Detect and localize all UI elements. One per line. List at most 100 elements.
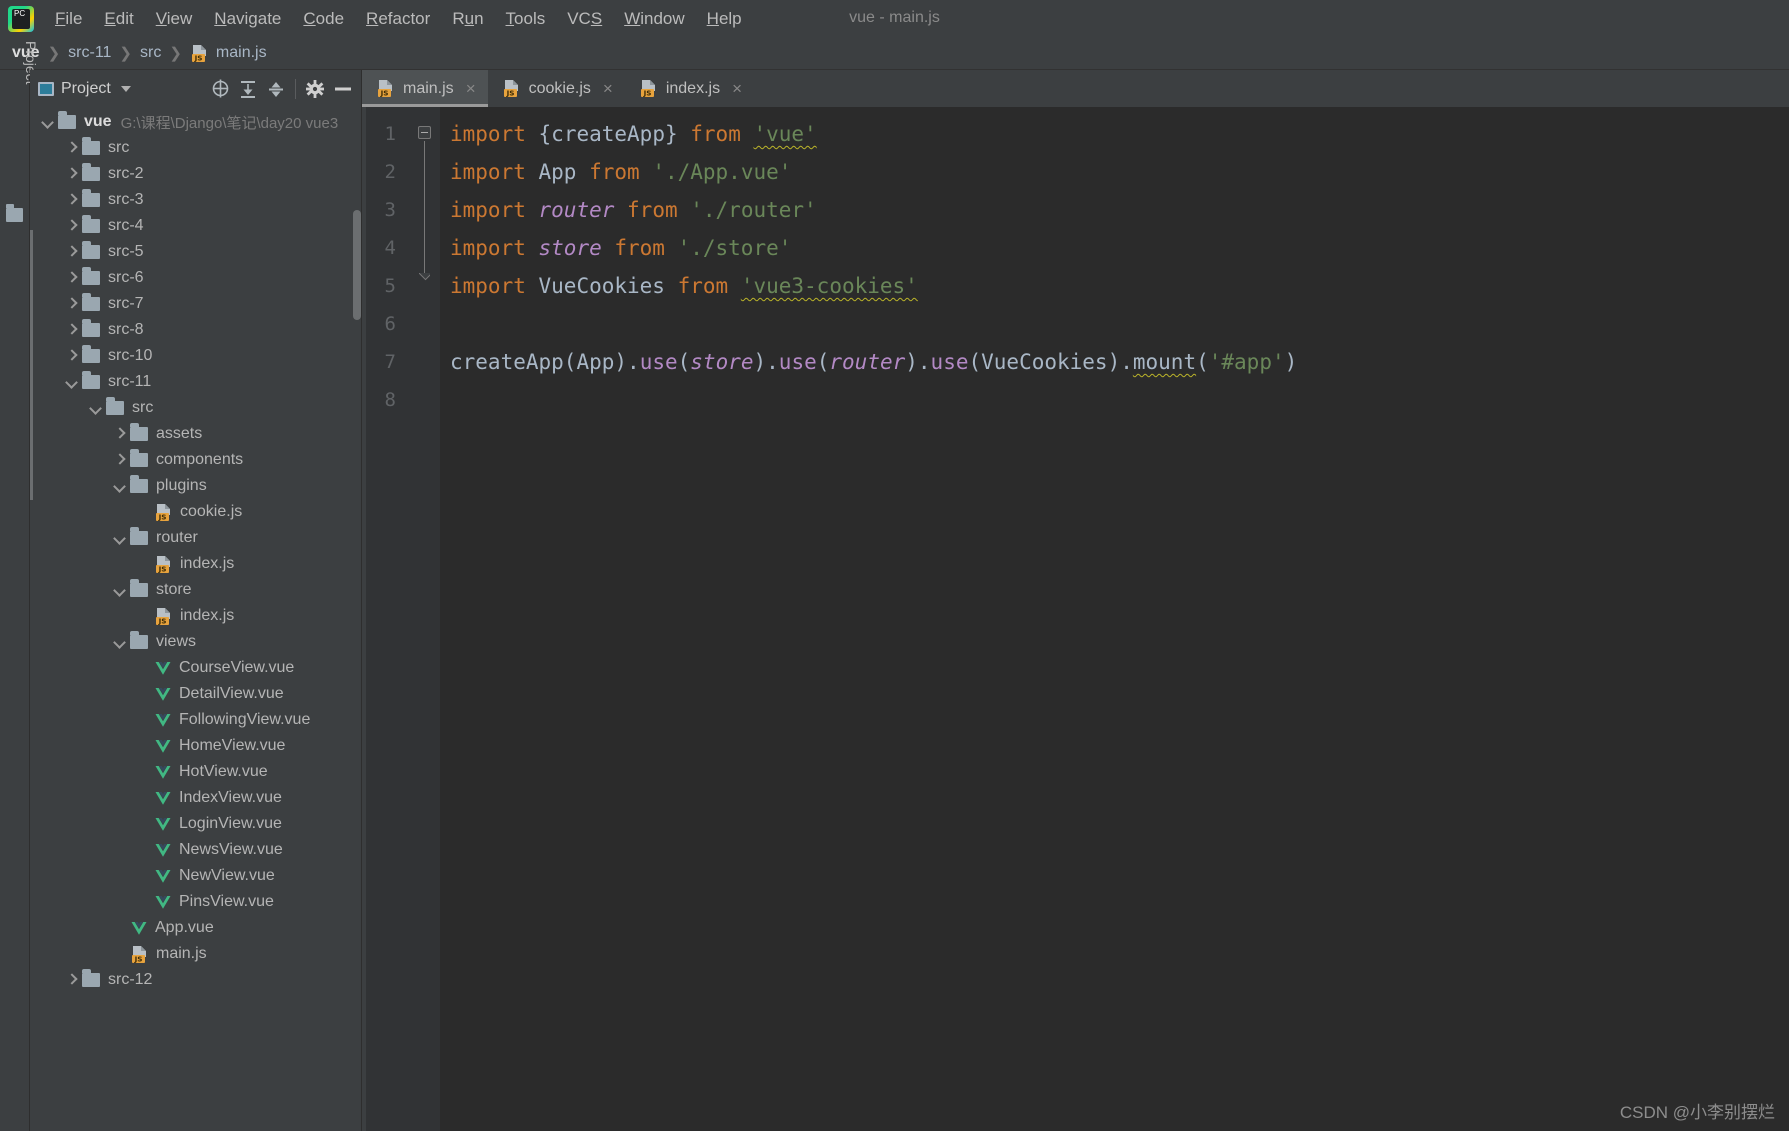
editor-tab-main-js[interactable]: JS main.js × xyxy=(362,70,488,107)
tree-row[interactable]: PinsView.vue xyxy=(30,889,361,915)
locate-icon[interactable] xyxy=(206,75,234,103)
menu-item-edit[interactable]: Edit xyxy=(93,6,144,32)
chevron-down-icon[interactable] xyxy=(112,478,128,494)
folder-icon xyxy=(82,215,100,233)
tree-row[interactable]: src-11 xyxy=(30,369,361,395)
editor-tab-cookie-js[interactable]: JS cookie.js × xyxy=(488,70,625,107)
menu-item-tools[interactable]: Tools xyxy=(495,6,557,32)
tree-row[interactable]: JS index.js xyxy=(30,603,361,629)
chevron-down-icon[interactable] xyxy=(40,114,56,130)
tree-row[interactable]: HotView.vue xyxy=(30,759,361,785)
folder-icon xyxy=(130,475,148,493)
close-icon[interactable]: × xyxy=(603,80,613,97)
code-text[interactable]: import {createApp} from 'vue' import App … xyxy=(440,107,1789,1131)
chevron-right-icon[interactable] xyxy=(64,166,80,182)
fold-collapse-icon[interactable] xyxy=(418,126,431,139)
menu-item-run[interactable]: Run xyxy=(441,6,494,32)
menu-item-navigate[interactable]: Navigate xyxy=(203,6,292,32)
chevron-right-icon[interactable] xyxy=(64,218,80,234)
tree-row[interactable]: src-6 xyxy=(30,265,361,291)
chevron-down-icon[interactable] xyxy=(112,634,128,650)
svg-text:JS: JS xyxy=(158,512,167,521)
tree-row[interactable]: JS main.js xyxy=(30,941,361,967)
tree-row[interactable]: FollowingView.vue xyxy=(30,707,361,733)
tree-row[interactable]: NewView.vue xyxy=(30,863,361,889)
tree-row[interactable]: IndexView.vue xyxy=(30,785,361,811)
close-icon[interactable]: × xyxy=(732,80,742,97)
tree-row[interactable]: src-3 xyxy=(30,187,361,213)
chevron-right-icon[interactable] xyxy=(64,296,80,312)
editor-tab-index-js[interactable]: JS index.js × xyxy=(625,70,754,107)
chevron-down-icon[interactable] xyxy=(112,530,128,546)
close-icon[interactable]: × xyxy=(466,80,476,97)
tree-row-label: src-11 xyxy=(108,373,152,390)
menu-item-window[interactable]: Window xyxy=(613,6,695,32)
menu-item-file[interactable]: File xyxy=(44,6,93,32)
tree-row[interactable]: src xyxy=(30,135,361,161)
code-view[interactable]: 12345678 import {createApp} from 'vue' im… xyxy=(362,107,1789,1131)
chevron-right-icon[interactable] xyxy=(64,270,80,286)
chevron-right-icon[interactable] xyxy=(64,972,80,988)
menu-item-vcs[interactable]: VCS xyxy=(556,6,613,32)
tree-row[interactable]: LoginView.vue xyxy=(30,811,361,837)
project-view-selector[interactable]: Project xyxy=(34,78,135,100)
collapse-all-icon[interactable] xyxy=(262,75,290,103)
vue-file-icon xyxy=(155,792,171,805)
vue-file-icon xyxy=(155,688,171,701)
expand-all-icon[interactable] xyxy=(234,75,262,103)
tree-row[interactable]: NewsView.vue xyxy=(30,837,361,863)
tree-row[interactable]: src-10 xyxy=(30,343,361,369)
tree-row[interactable]: assets xyxy=(30,421,361,447)
tree-row[interactable]: App.vue xyxy=(30,915,361,941)
chevron-down-icon[interactable] xyxy=(64,374,80,390)
chevron-right-icon[interactable] xyxy=(112,426,128,442)
tree-row[interactable]: router xyxy=(30,525,361,551)
tree-row[interactable]: JS cookie.js xyxy=(30,499,361,525)
tree-row[interactable]: src-8 xyxy=(30,317,361,343)
tree-row[interactable]: store xyxy=(30,577,361,603)
breadcrumb-item-src[interactable]: src xyxy=(140,44,161,62)
menu-item-code[interactable]: Code xyxy=(292,6,355,32)
code-line-3: import router from './router' xyxy=(450,191,1789,229)
tree-row[interactable]: components xyxy=(30,447,361,473)
structure-folder-icon[interactable] xyxy=(6,204,23,222)
tree-row[interactable]: plugins xyxy=(30,473,361,499)
chevron-right-icon[interactable] xyxy=(64,322,80,338)
tree-row[interactable]: JS index.js xyxy=(30,551,361,577)
chevron-down-icon[interactable] xyxy=(112,582,128,598)
tree-row[interactable]: src-7 xyxy=(30,291,361,317)
svg-text:JS: JS xyxy=(193,53,202,62)
chevron-right-icon[interactable] xyxy=(112,452,128,468)
tree-row[interactable]: DetailView.vue xyxy=(30,681,361,707)
js-file-icon: JS xyxy=(132,945,146,963)
chevron-down-icon[interactable] xyxy=(88,400,104,416)
menu-item-help[interactable]: Help xyxy=(696,6,753,32)
tree-row[interactable]: HomeView.vue xyxy=(30,733,361,759)
tree-row-label: FollowingView.vue xyxy=(179,711,311,728)
menu-item-refactor[interactable]: Refactor xyxy=(355,6,441,32)
menu-bar: PC File Edit View Navigate Code Refactor Run To… xyxy=(0,0,1789,37)
tree-row[interactable]: src-5 xyxy=(30,239,361,265)
toolbar-divider xyxy=(295,78,296,99)
project-scrollbar[interactable] xyxy=(353,210,361,320)
fold-region-end-icon[interactable] xyxy=(419,273,430,282)
code-token: 'vue3-cookies' xyxy=(740,274,918,298)
tree-row[interactable]: src-2 xyxy=(30,161,361,187)
chevron-right-icon[interactable] xyxy=(64,192,80,208)
tree-row[interactable]: CourseView.vue xyxy=(30,655,361,681)
chevron-right-icon[interactable] xyxy=(64,140,80,156)
tree-row[interactable]: src-4 xyxy=(30,213,361,239)
chevron-right-icon[interactable] xyxy=(64,348,80,364)
breadcrumb-item-main-js[interactable]: JS main.js xyxy=(190,44,267,63)
hide-panel-icon[interactable] xyxy=(329,75,357,103)
tree-row[interactable]: views xyxy=(30,629,361,655)
breadcrumb-item-src-11[interactable]: src-11 xyxy=(68,44,111,62)
tree-row[interactable]: src-12 xyxy=(30,967,361,993)
menu-item-view[interactable]: View xyxy=(145,6,204,32)
tree-row-label: index.js xyxy=(180,607,235,624)
project-tree[interactable]: vue G:\课程\Django\笔记\day20 vue3 src src-2 src… xyxy=(30,107,361,1131)
settings-gear-icon[interactable] xyxy=(301,75,329,103)
chevron-right-icon[interactable] xyxy=(64,244,80,260)
tree-row[interactable]: src xyxy=(30,395,361,421)
tree-row[interactable]: vue G:\课程\Django\笔记\day20 vue3 xyxy=(30,109,361,135)
